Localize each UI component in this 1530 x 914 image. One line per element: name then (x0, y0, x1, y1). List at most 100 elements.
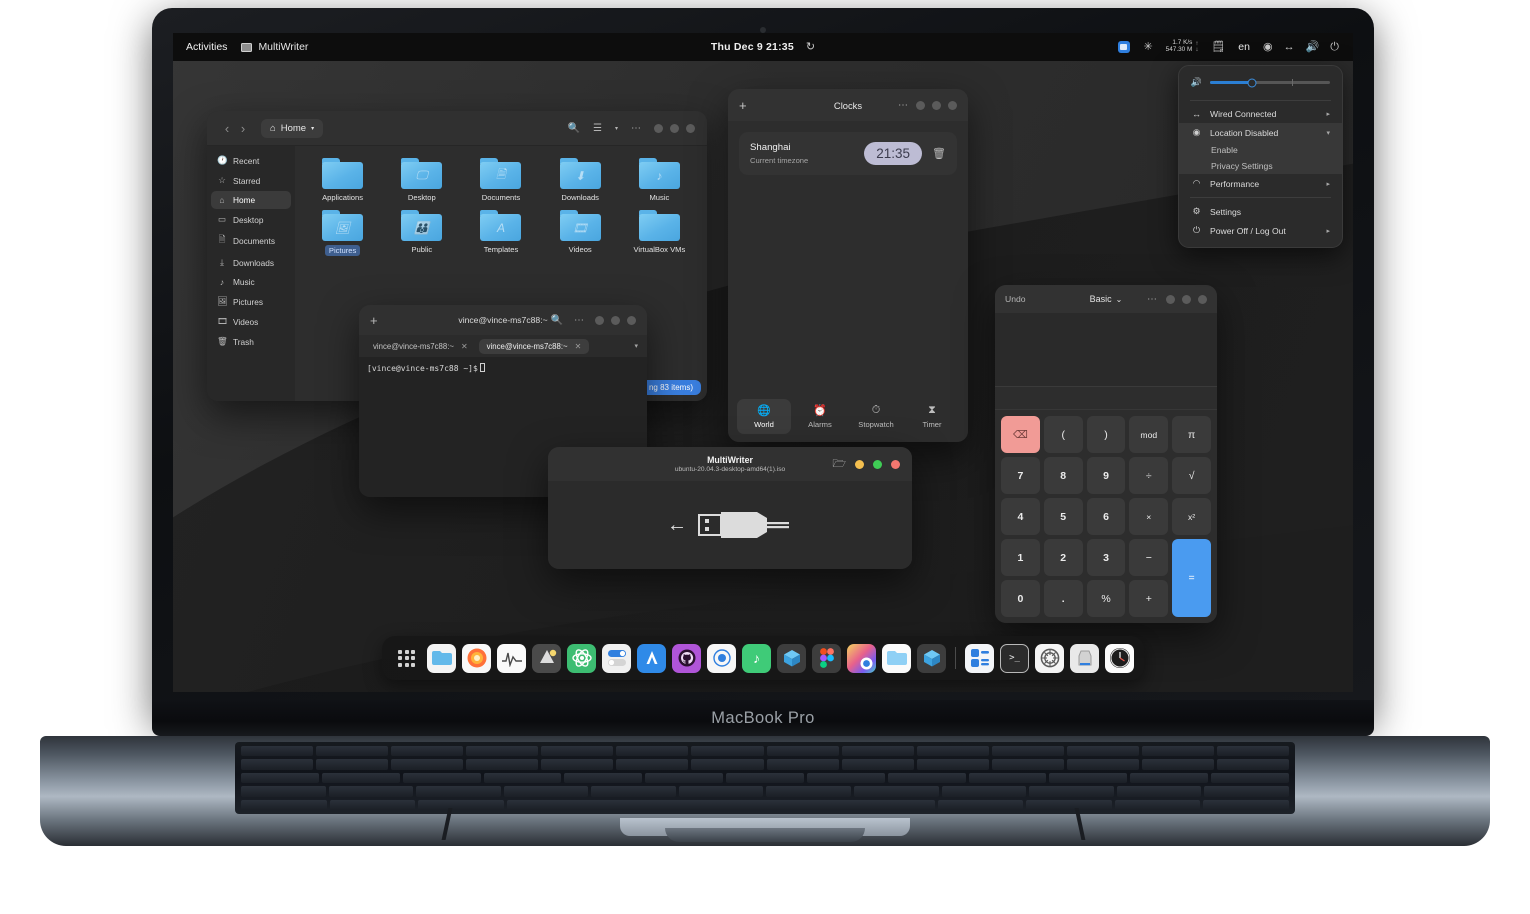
dock-item-music[interactable]: ♪ (742, 643, 771, 673)
sysmenu-item-performance[interactable]: ◠ Performance ▸ (1179, 174, 1342, 193)
folder-item[interactable]: 🖼 Pictures (303, 210, 382, 256)
sysmenu-location-enable[interactable]: Enable (1179, 142, 1342, 158)
minimize-button[interactable] (916, 100, 925, 110)
more-options-icon[interactable]: ⋯ (574, 315, 584, 326)
close-button[interactable] (686, 123, 695, 133)
volume-slider-row[interactable]: 🔊 (1179, 75, 1342, 96)
tab-world[interactable]: 🌐 World (737, 399, 791, 434)
key-4[interactable]: 4 (1001, 498, 1040, 535)
folder-item[interactable]: ⬇ Downloads (541, 158, 620, 202)
maximize-button[interactable] (670, 123, 679, 133)
folder-item[interactable]: A Templates (461, 210, 540, 256)
folder-item[interactable]: 👪 Public (382, 210, 461, 256)
folder-item[interactable]: VirtualBox VMs (620, 210, 699, 256)
sidebar-item-music[interactable]: ♪ Music (211, 273, 291, 291)
dock-item-inkscape[interactable] (532, 643, 561, 673)
clipboard-icon[interactable]: 🗒 (1211, 41, 1225, 53)
dock-item-firefox[interactable] (462, 643, 491, 673)
dock-item-app-store[interactable] (637, 643, 666, 673)
sidebar-item-starred[interactable]: ☆ Starred (211, 171, 291, 190)
power-icon[interactable]: ⏻ (1330, 41, 1339, 53)
sidebar-item-trash[interactable]: 🗑 Trash (211, 332, 291, 351)
dock-item-terminal[interactable]: >_ (1000, 643, 1029, 673)
key-decimal[interactable]: . (1043, 580, 1083, 617)
close-button[interactable] (948, 100, 957, 110)
dock-item-files[interactable] (427, 643, 456, 673)
minimize-button[interactable] (1166, 294, 1175, 304)
dock-item-settings-toggles[interactable] (602, 643, 631, 673)
folder-item[interactable]: 🎞 Videos (541, 210, 620, 256)
plus-icon[interactable]: + (739, 98, 747, 113)
dock-item-virtualbox[interactable] (777, 643, 806, 673)
more-options-icon[interactable]: ⋯ (631, 123, 641, 134)
plus-icon[interactable]: + (370, 313, 378, 328)
key-close-paren[interactable]: ) (1086, 416, 1126, 453)
tab-stopwatch[interactable]: ⏱ Stopwatch (849, 399, 903, 434)
volume-icon[interactable]: 🔊 (1306, 41, 1320, 53)
sysmenu-item-wired[interactable]: ↔ Wired Connected ▸ (1179, 105, 1342, 123)
window-controls[interactable] (654, 123, 695, 133)
folder-item[interactable]: 🖵 Desktop (382, 158, 461, 202)
dock-item-file-browser[interactable] (882, 643, 911, 673)
sysmenu-item-power[interactable]: ⏻ Power Off / Log Out ▸ (1179, 221, 1342, 240)
key-mod[interactable]: mod (1129, 416, 1169, 453)
search-icon[interactable]: 🔍 (551, 315, 563, 326)
key-equals[interactable]: = (1172, 539, 1211, 617)
sidebar-item-videos[interactable]: 🎞 Videos (211, 312, 291, 331)
key-0[interactable]: 0 (1001, 580, 1040, 617)
window-controls[interactable] (1166, 294, 1207, 304)
sysmenu-item-settings[interactable]: ⚙ Settings (1179, 202, 1342, 221)
mode-selector[interactable]: Basic ⌄ (1090, 294, 1123, 304)
volume-slider-handle[interactable] (1247, 78, 1257, 87)
tab-timer[interactable]: ⧗ Timer (905, 399, 959, 434)
more-options-icon[interactable]: ⋯ (898, 100, 908, 111)
dock-item-system-monitor[interactable] (497, 643, 526, 673)
close-button[interactable] (891, 459, 900, 469)
refresh-icon[interactable]: ↻ (806, 41, 815, 53)
key-pi[interactable]: π (1172, 416, 1211, 453)
chevron-right-icon[interactable]: › (235, 121, 251, 136)
network-icon[interactable]: ↔ (1284, 41, 1295, 53)
active-app-indicator[interactable]: MultiWriter (241, 41, 308, 53)
close-icon[interactable]: ✕ (461, 342, 468, 351)
key-plus[interactable]: + (1129, 580, 1169, 617)
sysmenu-location-privacy-settings[interactable]: Privacy Settings (1179, 158, 1342, 174)
dock-item-github[interactable] (672, 643, 701, 673)
sysmenu-item-location[interactable]: ◉ Location Disabled ▾ (1179, 123, 1342, 142)
key-1[interactable]: 1 (1001, 539, 1040, 576)
folder-item[interactable]: ♪ Music (620, 158, 699, 202)
folder-open-icon[interactable]: 🗁 (832, 455, 846, 474)
system-status-area[interactable]: ◉ ↔ 🔊 ⏻ (1263, 41, 1339, 53)
location-icon[interactable]: ◉ (1263, 41, 1273, 53)
volume-slider[interactable] (1210, 78, 1330, 87)
dock-item-show-applications[interactable] (392, 644, 421, 673)
close-button[interactable] (627, 315, 636, 325)
dock-item-boxes[interactable] (917, 643, 946, 673)
window-controls[interactable] (595, 315, 636, 325)
tab-alarms[interactable]: ⏰ Alarms (793, 399, 847, 434)
sidebar-item-downloads[interactable]: ⤓ Downloads (211, 253, 291, 272)
network-speed-indicator[interactable]: 1.7 K/s 547.30 M ↑ ↓ (1166, 40, 1199, 53)
key-multiply[interactable]: × (1129, 498, 1169, 535)
dock-item-photos[interactable] (847, 643, 876, 673)
chevron-down-icon[interactable]: ▾ (615, 125, 618, 132)
key-7[interactable]: 7 (1001, 457, 1040, 494)
key-2[interactable]: 2 (1043, 539, 1083, 576)
top-bar-clock[interactable]: Thu Dec 9 21:35 (711, 41, 794, 53)
key-square[interactable]: x² (1172, 498, 1211, 535)
undo-button[interactable]: Undo (1005, 294, 1026, 304)
key-3[interactable]: 3 (1086, 539, 1126, 576)
sidebar-item-documents[interactable]: 🗎 Documents (211, 230, 291, 252)
minimize-button[interactable] (654, 123, 663, 133)
key-percent[interactable]: % (1086, 580, 1126, 617)
screencast-icon[interactable] (1118, 41, 1131, 53)
calculator-display[interactable] (995, 313, 1217, 387)
dock-item-figma[interactable] (812, 643, 841, 673)
terminal-tab[interactable]: vince@vince-ms7c88:~ ✕ (365, 339, 476, 354)
dock-item-atom[interactable] (567, 643, 596, 673)
trash-icon[interactable]: 🗑 (932, 147, 946, 160)
world-clock-card[interactable]: Shanghai Current timezone 21:35 🗑 (739, 132, 957, 175)
key-8[interactable]: 8 (1043, 457, 1083, 494)
list-view-icon[interactable]: ☰ (593, 123, 602, 134)
maximize-button[interactable] (611, 315, 620, 325)
